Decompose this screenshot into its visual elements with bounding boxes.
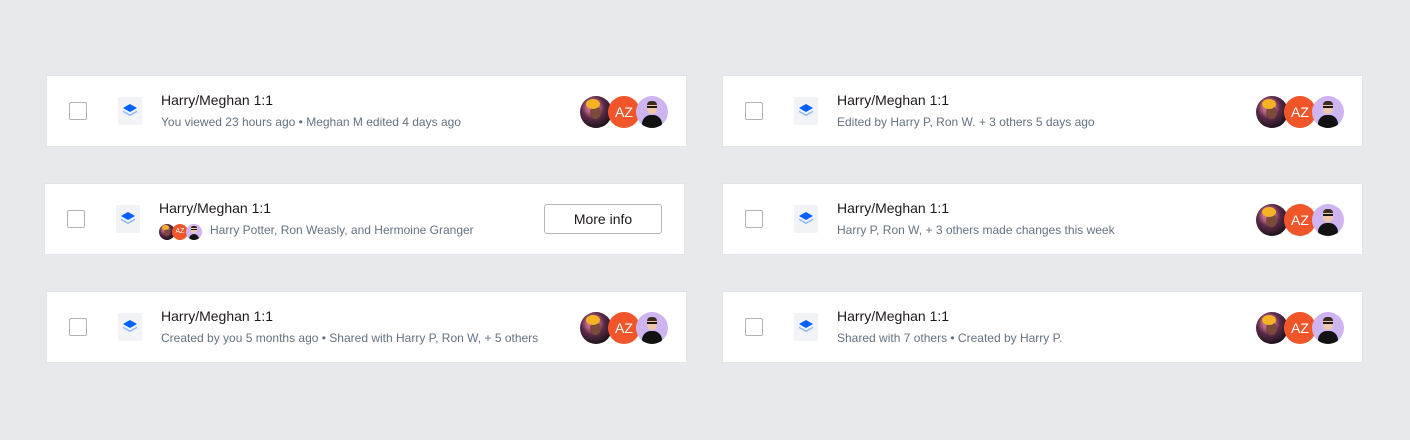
- select-checkbox[interactable]: [745, 210, 763, 228]
- collaborator-avatars-small: AZ: [159, 224, 205, 240]
- avatar: [636, 96, 668, 128]
- select-checkbox[interactable]: [745, 318, 763, 336]
- collaborator-avatars[interactable]: AZ: [1256, 312, 1346, 344]
- collaborator-avatars[interactable]: AZ: [1256, 204, 1346, 236]
- file-title[interactable]: Harry/Meghan 1:1: [837, 308, 949, 324]
- avatar: [1312, 312, 1344, 344]
- file-row[interactable]: Harry/Meghan 1:1 Edited by Harry P, Ron …: [723, 76, 1362, 146]
- file-activity: Edited by Harry P, Ron W. + 3 others 5 d…: [837, 115, 1095, 129]
- dropbox-paper-icon: [116, 205, 140, 233]
- file-title[interactable]: Harry/Meghan 1:1: [161, 92, 273, 108]
- dropbox-paper-icon: [794, 205, 818, 233]
- dropbox-paper-icon: [118, 97, 142, 125]
- file-collaborators: Harry Potter, Ron Weasly, and Hermoine G…: [210, 223, 474, 237]
- avatar: [1312, 96, 1344, 128]
- avatar: [636, 312, 668, 344]
- select-checkbox[interactable]: [745, 102, 763, 120]
- file-title[interactable]: Harry/Meghan 1:1: [159, 200, 271, 216]
- file-activity: Shared with 7 others • Created by Harry …: [837, 331, 1063, 345]
- dropbox-paper-icon: [118, 313, 142, 341]
- select-checkbox[interactable]: [69, 102, 87, 120]
- file-row[interactable]: Harry/Meghan 1:1 Shared with 7 others • …: [723, 292, 1362, 362]
- file-title[interactable]: Harry/Meghan 1:1: [837, 200, 949, 216]
- file-row[interactable]: Harry/Meghan 1:1 You viewed 23 hours ago…: [47, 76, 686, 146]
- file-activity: Created by you 5 months ago • Shared wit…: [161, 331, 539, 345]
- file-title[interactable]: Harry/Meghan 1:1: [837, 92, 949, 108]
- more-info-button[interactable]: More info: [544, 204, 662, 234]
- file-activity: You viewed 23 hours ago • Meghan M edite…: [161, 115, 461, 129]
- collaborator-avatars[interactable]: AZ: [580, 312, 670, 344]
- file-row[interactable]: Harry/Meghan 1:1 AZ Harry Potter, Ron We…: [45, 184, 684, 254]
- collaborator-avatars[interactable]: AZ: [1256, 96, 1346, 128]
- dropbox-paper-icon: [794, 313, 818, 341]
- file-row[interactable]: Harry/Meghan 1:1 Created by you 5 months…: [47, 292, 686, 362]
- avatar: [186, 224, 202, 240]
- file-activity: Harry P, Ron W, + 3 others made changes …: [837, 223, 1115, 237]
- select-checkbox[interactable]: [67, 210, 85, 228]
- select-checkbox[interactable]: [69, 318, 87, 336]
- dropbox-paper-icon: [794, 97, 818, 125]
- file-row[interactable]: Harry/Meghan 1:1 Harry P, Ron W, + 3 oth…: [723, 184, 1362, 254]
- avatar: [1312, 204, 1344, 236]
- collaborator-avatars[interactable]: AZ: [580, 96, 670, 128]
- file-title[interactable]: Harry/Meghan 1:1: [161, 308, 273, 324]
